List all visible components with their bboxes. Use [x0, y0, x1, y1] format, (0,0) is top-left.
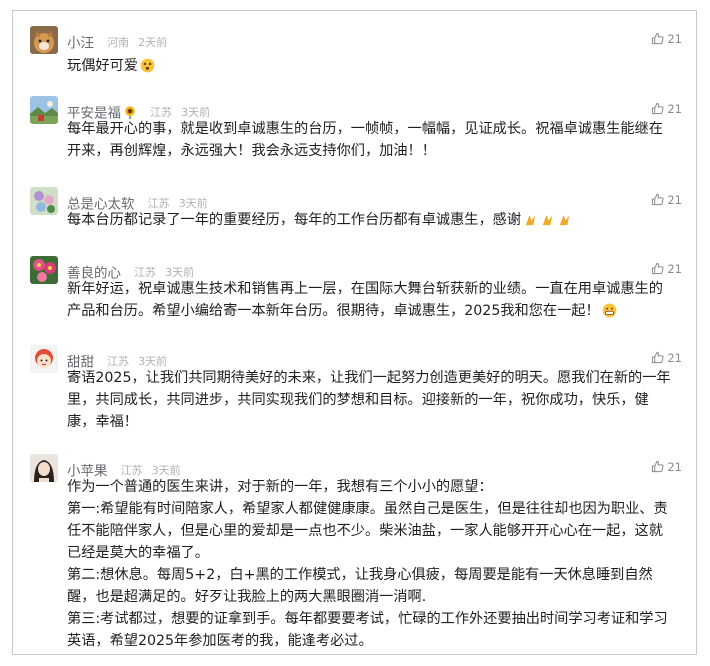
dizzy-face-emoji: [140, 58, 155, 73]
timestamp: 3天前: [178, 196, 208, 210]
thumbs-up-icon: [652, 262, 664, 275]
thumbs-up-icon: [652, 193, 664, 206]
location: 江苏: [134, 265, 157, 279]
sunflower-emoji: [125, 105, 135, 119]
like-button[interactable]: 21: [651, 351, 682, 365]
flowers-photo-avatar[interactable]: [30, 187, 58, 215]
timestamp: 3天前: [138, 354, 168, 368]
folded-hands-emoji-x3: [521, 212, 572, 228]
location: 江苏: [150, 105, 173, 119]
comment-paragraph: 第三:考试都过，想要的证拿到手。每年都要要考试，忙碌的工作外还要抽出时间学习考证…: [67, 611, 668, 649]
like-count: 21: [667, 460, 682, 474]
pink-flowers-avatar[interactable]: [30, 256, 58, 284]
comment-text: 寄语2025，让我们共同期待美好的未来，让我们一起努力创造更美好的明天。愿我们在…: [67, 367, 677, 433]
like-button[interactable]: 21: [651, 262, 682, 276]
comment-text: 每本台历都记录了一年的重要经历，每年的工作台历都有卓诚惠生，感谢: [67, 209, 677, 231]
landscape-photo-avatar[interactable]: [30, 96, 58, 124]
comment-paragraph: 寄语2025，让我们共同期待美好的未来，让我们一起努力创造更美好的明天。愿我们在…: [67, 370, 671, 430]
location: 江苏: [147, 196, 170, 210]
like-count: 21: [667, 351, 682, 365]
like-button[interactable]: 21: [651, 102, 682, 116]
like-count: 21: [667, 102, 682, 116]
dog-photo-avatar[interactable]: [30, 26, 58, 54]
thumbs-up-icon: [652, 102, 664, 115]
comment-paragraph: 作为一个普通的医生来讲，对于新的一年，我想有三个小小的愿望：: [67, 479, 493, 495]
user-name[interactable]: 小汪: [67, 36, 94, 52]
comment-paragraph: 每年最开心的事，就是收到卓诚惠生的台历，一帧帧，一幅幅，见证成长。祝福卓诚惠生能…: [67, 121, 663, 159]
like-count: 21: [667, 193, 682, 207]
comment-list: 小汪 河南 2天前 21 玩偶好可爱 平安是福 江苏 3天前 21 每年最开心的…: [12, 10, 697, 655]
like-button[interactable]: 21: [651, 460, 682, 474]
comment-text: 玩偶好可爱: [67, 55, 677, 77]
comment-text: 每年最开心的事，就是收到卓诚惠生的台历，一帧帧，一幅幅，见证成长。祝福卓诚惠生能…: [67, 118, 677, 162]
timestamp: 3天前: [151, 463, 181, 477]
cartoon-girl-avatar[interactable]: [30, 345, 58, 373]
comment-paragraph: 玩偶好可爱: [67, 58, 138, 74]
portrait-photo-avatar[interactable]: [30, 454, 58, 482]
location: 江苏: [107, 354, 130, 368]
like-count: 21: [667, 32, 682, 46]
like-button[interactable]: 21: [651, 32, 682, 46]
comment-paragraph: 新年好运，祝卓诚惠生技术和销售再上一层，在国际大舞台斩获新的业绩。一直在用卓诚惠…: [67, 281, 663, 319]
like-count: 21: [667, 262, 682, 276]
location: 河南: [107, 35, 130, 49]
comment-text: 作为一个普通的医生来讲，对于新的一年，我想有三个小小的愿望： 第一:希望能有时间…: [67, 476, 677, 652]
grinning-face-emoji: [602, 303, 617, 318]
timestamp: 3天前: [181, 105, 211, 119]
thumbs-up-icon: [652, 460, 664, 473]
timestamp: 2天前: [138, 35, 168, 49]
thumbs-up-icon: [652, 351, 664, 364]
comment-paragraph: 第一:希望能有时间陪家人，希望家人都健健康康。虽然自己是医生，但是往往却也因为职…: [67, 501, 668, 561]
comment-text: 新年好运，祝卓诚惠生技术和销售再上一层，在国际大舞台斩获新的业绩。一直在用卓诚惠…: [67, 278, 677, 322]
like-button[interactable]: 21: [651, 193, 682, 207]
timestamp: 3天前: [165, 265, 195, 279]
comment-paragraph: 第二:想休息。每周5+2，白+黑的工作模式，让我身心俱疲，每周要是能有一天休息睡…: [67, 567, 653, 605]
comment-paragraph: 每本台历都记录了一年的重要经历，每年的工作台历都有卓诚惠生，感谢: [67, 212, 522, 228]
thumbs-up-icon: [652, 32, 664, 45]
location: 江苏: [120, 463, 143, 477]
